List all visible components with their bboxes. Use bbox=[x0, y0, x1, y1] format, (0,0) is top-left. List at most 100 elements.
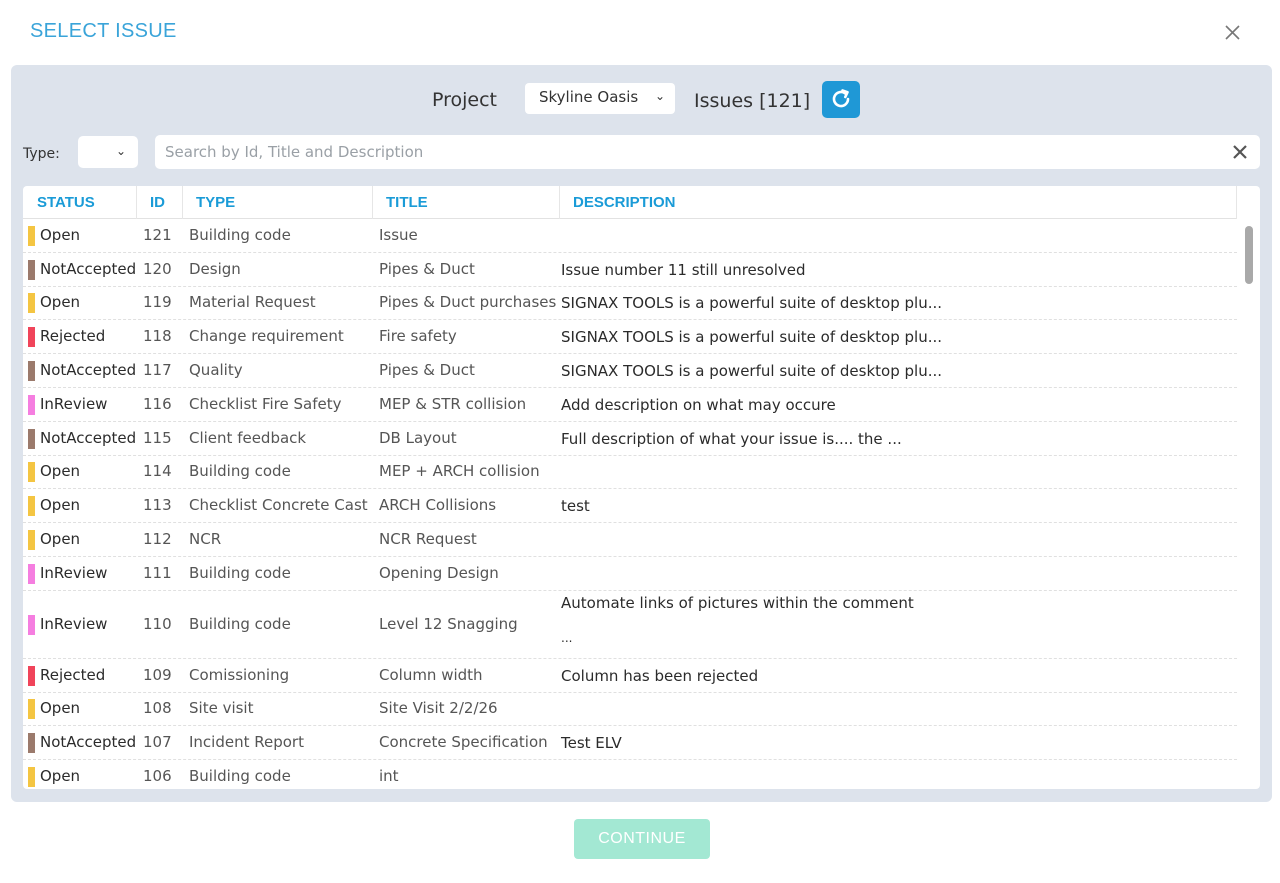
status-color-indicator bbox=[28, 733, 35, 754]
id-cell: 110 bbox=[143, 614, 172, 633]
table-scrollbar[interactable] bbox=[1245, 226, 1253, 284]
status-color-indicator bbox=[28, 361, 35, 382]
status-cell: Open bbox=[40, 767, 81, 786]
table-row[interactable]: NotAccepted 120 Design Pipes & Duct Issue nu… bbox=[23, 253, 1237, 287]
column-divider bbox=[182, 186, 183, 219]
status-cell: Open bbox=[40, 496, 81, 515]
close-icon[interactable] bbox=[1221, 21, 1245, 45]
table-row[interactable]: NotAccepted 115 Client feedback DB Layout Fu… bbox=[23, 422, 1237, 456]
table-row[interactable]: Open 121 Building code Issue bbox=[23, 219, 1237, 253]
table-row[interactable]: Rejected 109 Comissioning Column width Colum… bbox=[23, 659, 1237, 693]
id-cell: 106 bbox=[143, 767, 172, 786]
table-row[interactable]: InReview 110 Building code Level 12 Snaggin… bbox=[23, 591, 1237, 659]
column-header-description[interactable]: DESCRIPTION bbox=[573, 194, 676, 211]
id-cell: 118 bbox=[143, 327, 172, 346]
type-cell: Quality bbox=[189, 361, 243, 380]
search-box bbox=[155, 135, 1260, 169]
description-cell: Automate links of pictures within the co… bbox=[561, 593, 914, 612]
chevron-down-icon: ⌄ bbox=[116, 144, 127, 158]
title-cell: Pipes & Duct bbox=[379, 361, 475, 380]
table-row[interactable]: Open 106 Building code int bbox=[23, 760, 1237, 789]
id-cell: 113 bbox=[143, 496, 172, 515]
search-input[interactable] bbox=[165, 141, 1215, 163]
description-cell: test bbox=[561, 497, 590, 516]
title-cell: Issue bbox=[379, 225, 418, 244]
continue-button[interactable]: CONTINUE bbox=[574, 819, 710, 859]
issues-table: STATUS ID TYPE TITLE DESCRIPTION Open 121… bbox=[23, 186, 1260, 789]
status-color-indicator bbox=[28, 428, 35, 449]
table-row[interactable]: Open 112 NCR NCR Request bbox=[23, 523, 1237, 557]
title-cell: MEP + ARCH collision bbox=[379, 462, 540, 481]
id-cell: 117 bbox=[143, 361, 172, 380]
table-row[interactable]: Rejected 118 Change requirement Fire safety… bbox=[23, 320, 1237, 355]
description-cell: Column has been rejected bbox=[561, 666, 759, 685]
description-cell: Add description on what may occure bbox=[561, 395, 836, 414]
type-cell: NCR bbox=[189, 530, 222, 549]
status-color-indicator bbox=[28, 496, 35, 517]
id-cell: 114 bbox=[143, 462, 172, 481]
status-color-indicator bbox=[28, 462, 35, 483]
clear-search-icon[interactable] bbox=[1231, 143, 1249, 161]
table-row[interactable]: InReview 111 Building code Opening Design bbox=[23, 557, 1237, 591]
table-row[interactable]: Open 108 Site visit Site Visit 2/2/26 bbox=[23, 693, 1237, 727]
table-row[interactable]: NotAccepted 107 Incident Report Concrete Sp… bbox=[23, 726, 1237, 761]
status-cell: Open bbox=[40, 225, 81, 244]
project-select[interactable]: Skyline Oasis ⌄ bbox=[525, 83, 675, 114]
type-cell: Building code bbox=[189, 614, 291, 633]
status-color-indicator bbox=[28, 259, 35, 280]
table-body: Open 121 Building code Issue NotAccepted 120 D… bbox=[23, 219, 1237, 789]
title-cell: Concrete Specification bbox=[379, 733, 548, 752]
column-header-id[interactable]: ID bbox=[150, 194, 165, 211]
id-cell: 112 bbox=[143, 530, 172, 549]
status-color-indicator bbox=[28, 327, 35, 348]
title-cell: Site Visit 2/2/26 bbox=[379, 699, 498, 718]
status-color-indicator bbox=[28, 665, 35, 686]
id-cell: 115 bbox=[143, 428, 172, 447]
table-header: STATUS ID TYPE TITLE DESCRIPTION bbox=[23, 186, 1237, 219]
status-cell: NotAccepted bbox=[40, 428, 137, 447]
status-cell: InReview bbox=[40, 394, 108, 413]
type-cell: Building code bbox=[189, 462, 291, 481]
refresh-icon bbox=[832, 89, 850, 108]
table-row[interactable]: NotAccepted 117 Quality Pipes & Duct SIGNAX … bbox=[23, 354, 1237, 388]
status-cell: InReview bbox=[40, 614, 108, 633]
type-filter-select[interactable]: ⌄ bbox=[78, 136, 138, 168]
column-header-title[interactable]: TITLE bbox=[386, 194, 428, 211]
title-cell: Column width bbox=[379, 665, 483, 684]
description-cell: SIGNAX TOOLS is a powerful suite of desk… bbox=[561, 328, 943, 347]
refresh-button[interactable] bbox=[822, 81, 860, 118]
status-color-indicator bbox=[28, 767, 35, 788]
type-cell: Checklist Concrete Cast bbox=[189, 496, 368, 515]
title-cell: Pipes & Duct purchases bbox=[379, 293, 557, 312]
column-divider bbox=[1236, 186, 1237, 219]
title-cell: Opening Design bbox=[379, 563, 499, 582]
table-row[interactable]: InReview 116 Checklist Fire Safety MEP & ST… bbox=[23, 388, 1237, 422]
column-header-status[interactable]: STATUS bbox=[37, 194, 95, 211]
issue-panel: Project Skyline Oasis ⌄ Issues [121] Typ… bbox=[11, 65, 1272, 802]
description-cell: Full description of what your issue is..… bbox=[561, 429, 902, 448]
status-cell: Rejected bbox=[40, 665, 106, 684]
title-cell: DB Layout bbox=[379, 428, 457, 447]
type-cell: Change requirement bbox=[189, 327, 344, 346]
table-row[interactable]: Open 119 Material Request Pipes & Duct purc… bbox=[23, 287, 1237, 321]
table-row[interactable]: Open 113 Checklist Concrete Cast ARCH Colli… bbox=[23, 489, 1237, 524]
status-cell: Open bbox=[40, 699, 81, 718]
status-cell: Open bbox=[40, 293, 81, 312]
status-cell: InReview bbox=[40, 563, 108, 582]
status-cell: NotAccepted bbox=[40, 259, 137, 278]
status-color-indicator bbox=[28, 563, 35, 584]
id-cell: 109 bbox=[143, 665, 172, 684]
issues-count: Issues [121] bbox=[694, 90, 811, 112]
status-color-indicator bbox=[28, 614, 35, 635]
id-cell: 108 bbox=[143, 699, 172, 718]
type-cell: Design bbox=[189, 259, 241, 278]
column-header-type[interactable]: TYPE bbox=[196, 194, 235, 211]
title-cell: NCR Request bbox=[379, 530, 477, 549]
id-cell: 111 bbox=[143, 563, 172, 582]
type-cell: Comissioning bbox=[189, 665, 290, 684]
column-divider bbox=[136, 186, 137, 219]
status-cell: NotAccepted bbox=[40, 733, 137, 752]
table-row[interactable]: Open 114 Building code MEP + ARCH collision bbox=[23, 456, 1237, 490]
title-cell: ARCH Collisions bbox=[379, 496, 497, 515]
status-color-indicator bbox=[28, 225, 35, 246]
